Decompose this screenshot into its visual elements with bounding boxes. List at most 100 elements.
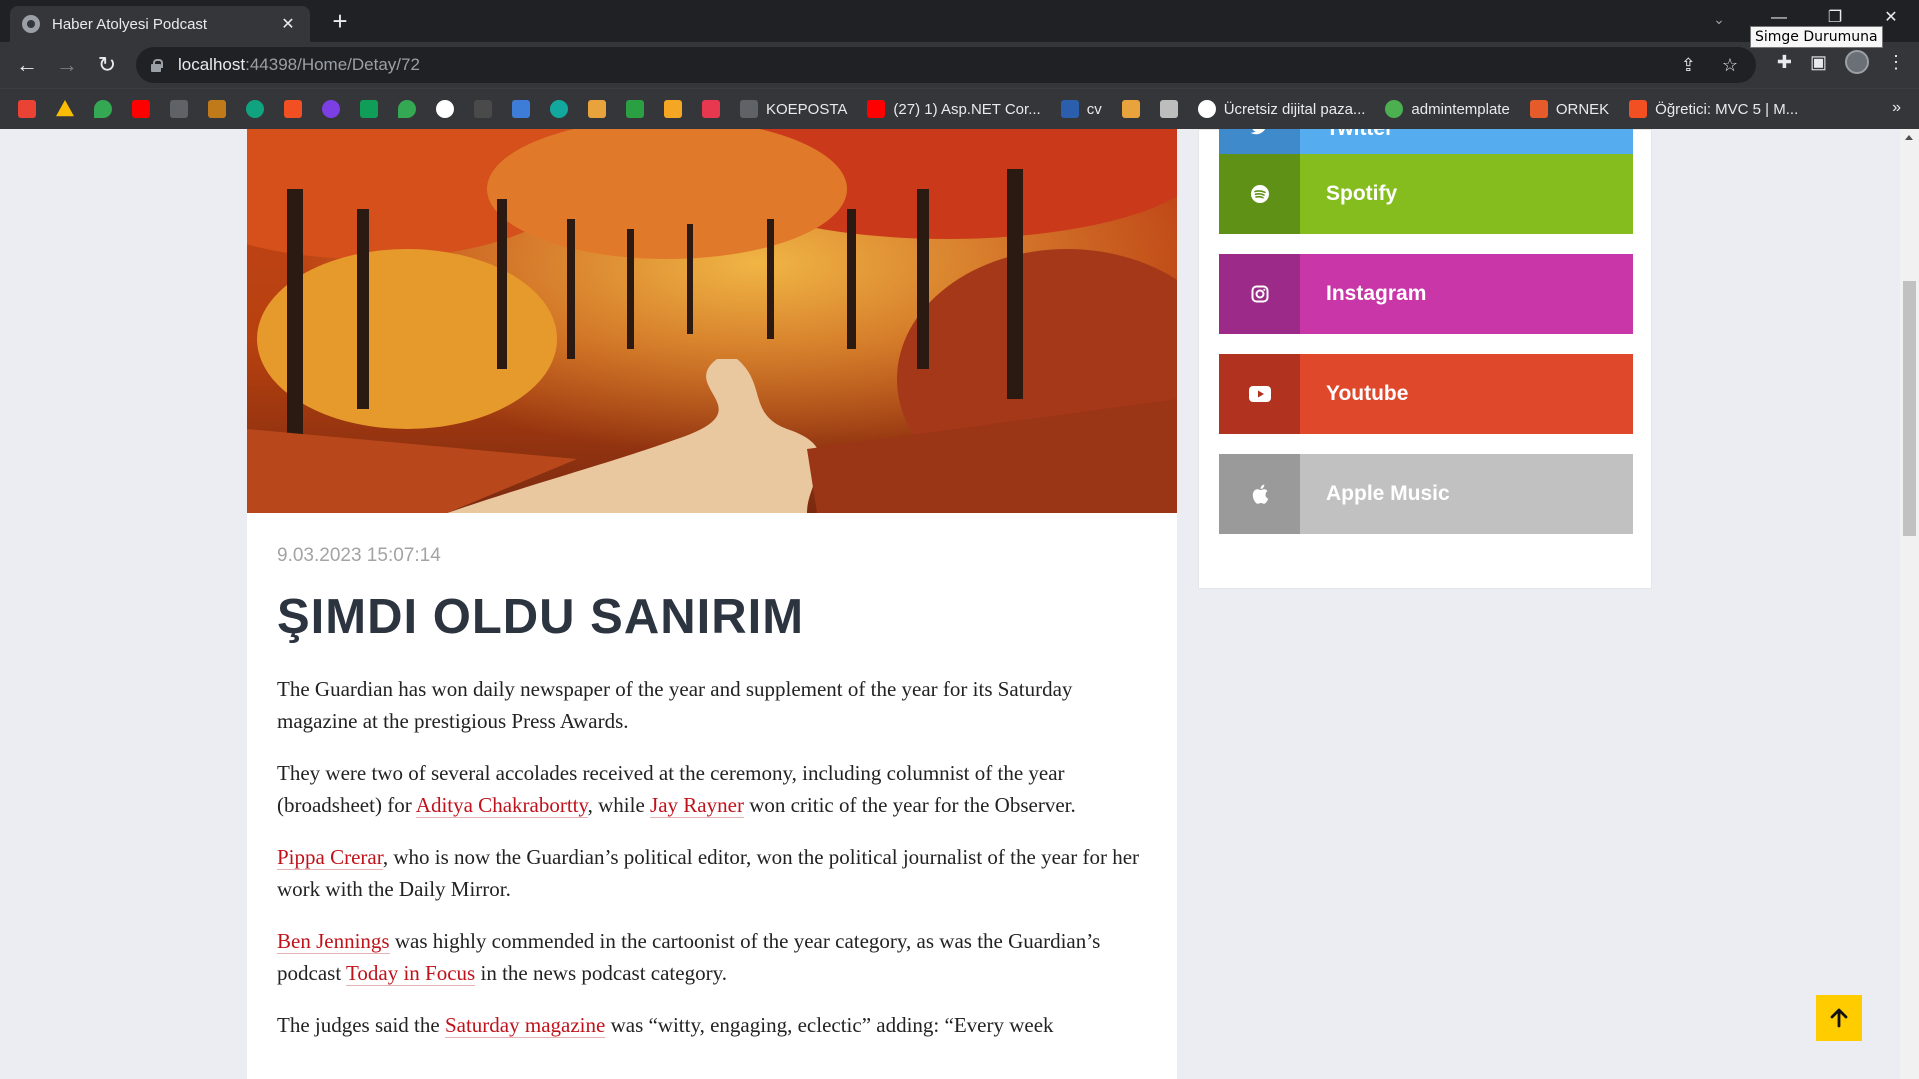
- extensions-puzzle-icon[interactable]: ✚: [1777, 52, 1792, 73]
- page-scrollbar[interactable]: [1900, 129, 1919, 1079]
- paragraph: They were two of several accolades recei…: [277, 757, 1157, 821]
- bookmark-label: admintemplate: [1411, 100, 1510, 118]
- link-saturday-magazine[interactable]: Saturday magazine: [444, 1013, 606, 1038]
- tooltip: Simge Durumuna: [1750, 26, 1883, 48]
- in-bookmark-icon[interactable]: [208, 100, 226, 118]
- bookmark-label: (27) 1) Asp.NET Cor...: [893, 100, 1041, 118]
- bookmark-dijital[interactable]: Ücretsiz dijital paza...: [1197, 100, 1366, 118]
- forward-arrow-icon[interactable]: →: [52, 50, 82, 80]
- bookmark-label: cv: [1086, 100, 1102, 118]
- scroll-up-arrow-icon[interactable]: [1905, 135, 1913, 140]
- triangle-bookmark-icon[interactable]: [1121, 100, 1140, 118]
- drive-icon[interactable]: [56, 100, 74, 117]
- tab-search-chevron-icon[interactable]: ⌄: [1705, 4, 1733, 34]
- link-today-in-focus[interactable]: Today in Focus: [346, 961, 476, 986]
- back-to-top-button[interactable]: [1816, 995, 1862, 1041]
- social-button-instagram[interactable]: Instagram: [1219, 254, 1633, 334]
- g-bookmark-icon[interactable]: [550, 100, 568, 118]
- bookmark-mvc[interactable]: Öğretici: MVC 5 | M...: [1629, 100, 1798, 118]
- google-icon: [1197, 100, 1216, 118]
- tab-strip: Haber Atolyesi Podcast ✕ + ⌄ — ❐ ✕ Simge…: [0, 0, 1919, 48]
- paragraph-text: in the news podcast category.: [475, 961, 727, 985]
- scrollbar-thumb[interactable]: [1903, 281, 1916, 536]
- link-jay-rayner[interactable]: Jay Rayner: [650, 793, 744, 818]
- bookmark-admintemplate[interactable]: admintemplate: [1385, 100, 1510, 118]
- microsoft-icon[interactable]: [284, 100, 302, 118]
- share-icon[interactable]: ⇪: [1681, 55, 1696, 76]
- card-bookmark-icon[interactable]: [1159, 100, 1178, 118]
- social-sidebar: Twitter Spotify Instagram Youtube Apple …: [1198, 129, 1652, 589]
- reload-icon[interactable]: ↻: [92, 50, 122, 80]
- article-title: ŞIMDI OLDU SANIRIM: [277, 590, 805, 644]
- w-green-bookmark-icon[interactable]: [626, 100, 644, 118]
- bookmark-koeposta[interactable]: KOEPOSTA: [740, 100, 847, 118]
- side-panel-icon[interactable]: ▣: [1810, 52, 1827, 73]
- bookmark-label: Ücretsiz dijital paza...: [1223, 100, 1366, 118]
- tab-title: Haber Atolyesi Podcast: [52, 15, 208, 33]
- bookmarks-bar: KOEPOSTA (27) 1) Asp.NET Cor... cv Ücret…: [0, 88, 1919, 129]
- bookmark-ornek[interactable]: ORNEK: [1529, 100, 1610, 118]
- x-icon: [740, 100, 758, 118]
- paragraph: Ben Jennings was highly commended in the…: [277, 925, 1157, 989]
- globe-icon: [22, 15, 40, 33]
- bookmark-label: KOEPOSTA: [766, 100, 848, 118]
- sheets-icon[interactable]: [360, 100, 378, 118]
- youtube-icon: [1219, 354, 1300, 434]
- s-bookmark-icon[interactable]: [588, 100, 606, 118]
- lock-icon: [150, 58, 163, 72]
- link-aditya-chakrabortty[interactable]: Aditya Chakrabortty: [415, 793, 588, 818]
- arrow-up-icon: [1830, 1008, 1848, 1028]
- cloud-bookmark-icon[interactable]: [474, 100, 492, 118]
- url-host: localhost: [178, 55, 246, 74]
- cv-icon: [1060, 100, 1079, 118]
- social-button-apple-music[interactable]: Apple Music: [1219, 454, 1633, 534]
- article-card: 9.03.2023 15:07:14 ŞIMDI OLDU SANIRIM Th…: [247, 129, 1177, 1079]
- paragraph-text: won critic of the year for the Observer.: [743, 793, 1076, 817]
- feather-bookmark-icon[interactable]: [512, 100, 530, 118]
- apple-icon: [1219, 454, 1300, 534]
- bookmark-cv[interactable]: cv: [1060, 100, 1102, 118]
- paragraph-text: , while: [587, 793, 651, 817]
- back-arrow-icon[interactable]: ←: [12, 50, 42, 80]
- paragraph-text: The judges said the: [277, 1013, 445, 1037]
- u-bookmark-icon[interactable]: [322, 100, 340, 118]
- pink-bookmark-icon[interactable]: [702, 100, 720, 118]
- social-button-spotify[interactable]: Spotify: [1219, 154, 1633, 234]
- paragraph-text: was “witty, engaging, eclectic” adding: …: [605, 1013, 1054, 1037]
- article-body: The Guardian has won daily newspaper of …: [277, 673, 1157, 1061]
- spotify-icon: [1219, 154, 1300, 234]
- youtube-icon: [867, 100, 886, 118]
- tab-close-button[interactable]: ✕: [278, 14, 298, 34]
- maps-pin-icon[interactable]: [398, 100, 416, 118]
- link-ben-jennings[interactable]: Ben Jennings: [277, 929, 390, 954]
- bookmark-star-icon[interactable]: ☆: [1722, 55, 1738, 76]
- bookmark-aspnet[interactable]: (27) 1) Asp.NET Cor...: [867, 100, 1041, 118]
- address-bar[interactable]: localhost:44398/Home/Detay/72 ⇪ ☆: [136, 47, 1756, 83]
- gmail-icon[interactable]: [18, 100, 36, 118]
- maps-icon[interactable]: [94, 100, 112, 118]
- social-button-youtube[interactable]: Youtube: [1219, 354, 1633, 434]
- paragraph-text: , who is now the Guardian’s political ed…: [277, 845, 1140, 901]
- paragraph: Pippa Crerar, who is now the Guardian’s …: [277, 841, 1157, 905]
- new-tab-button[interactable]: +: [325, 7, 355, 37]
- menu-kebab-icon[interactable]: ⋮: [1887, 52, 1905, 73]
- url-path: :44398/Home/Detay/72: [245, 55, 420, 74]
- instagram-icon: [1219, 254, 1300, 334]
- social-label: Apple Music: [1300, 454, 1633, 534]
- browser-tab[interactable]: Haber Atolyesi Podcast ✕: [10, 6, 310, 42]
- browser-toolbar: ← → ↻ localhost:44398/Home/Detay/72 ⇪ ☆ …: [0, 42, 1919, 88]
- leaf-icon: [1385, 100, 1404, 118]
- youtube-bookmark-icon[interactable]: [132, 100, 150, 118]
- monitor-icon: [1529, 100, 1548, 118]
- bookmark-label: ORNEK: [1555, 100, 1610, 118]
- link-pippa-crerar[interactable]: Pippa Crerar: [277, 845, 383, 870]
- fire-bookmark-icon[interactable]: [664, 100, 682, 118]
- medium-icon[interactable]: [436, 100, 454, 118]
- chatgpt-icon[interactable]: [246, 100, 264, 118]
- page-viewport: 9.03.2023 15:07:14 ŞIMDI OLDU SANIRIM Th…: [0, 129, 1900, 1079]
- profile-avatar[interactable]: [1845, 50, 1869, 74]
- bookmark-label: Öğretici: MVC 5 | M...: [1655, 100, 1799, 118]
- social-label: Spotify: [1300, 154, 1633, 234]
- w-bookmark-icon[interactable]: [170, 100, 188, 118]
- bookmarks-overflow-button[interactable]: »: [1892, 99, 1901, 117]
